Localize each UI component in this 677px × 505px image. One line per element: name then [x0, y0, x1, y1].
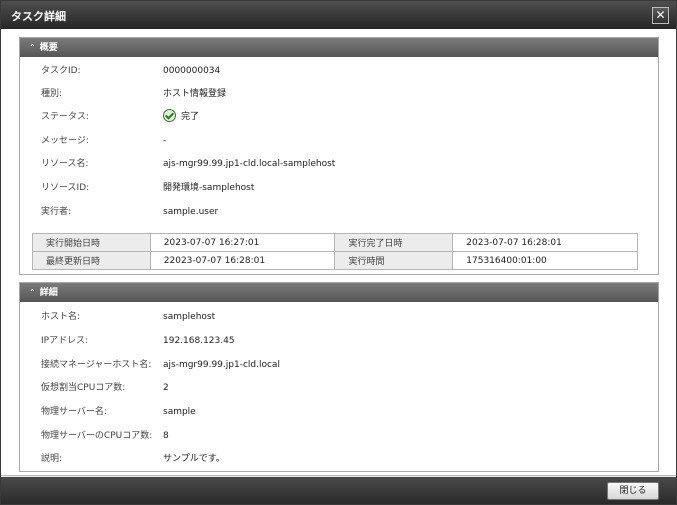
chevron-up-icon: ⌃	[29, 43, 36, 52]
check-circle-icon	[163, 109, 176, 122]
status-label: ステータス:	[41, 112, 90, 122]
resource-name-label: リソース名:	[41, 159, 89, 169]
dialog-footer: 閉じる	[1, 477, 676, 504]
status-value: 完了	[163, 109, 200, 124]
close-button[interactable]: 閉じる	[607, 482, 659, 500]
table-row: 最終更新日時 22023-07-07 16:28:01 実行時間 1753164…	[32, 251, 638, 270]
last-updated-value: 22023-07-07 16:28:01	[149, 251, 336, 270]
message-label: メッセージ:	[41, 136, 89, 146]
status-text: 完了	[181, 112, 200, 122]
description-label: 説明:	[41, 454, 63, 464]
close-icon[interactable]: ✕	[652, 7, 669, 24]
details-section-title: 詳細	[39, 288, 58, 298]
task-detail-dialog: タスク詳細 ✕ ⌃ 概要 タスクID: 0000000034 種別: ホスト情報登…	[0, 0, 677, 505]
start-time-value: 2023-07-07 16:27:01	[149, 233, 336, 252]
start-time-label: 実行開始日時	[32, 233, 151, 252]
resource-name-value: ajs-mgr99.99.jp1-cld.local-samplehost	[163, 159, 336, 169]
type-value: ホスト情報登録	[163, 89, 227, 99]
dialog-content: ⌃ 概要 タスクID: 0000000034 種別: ホスト情報登録 ステータス:…	[1, 29, 676, 476]
manager-host-label: 接続マネージャーホスト名:	[41, 360, 152, 370]
virtual-cpu-label: 仮想割当CPUコア数:	[41, 383, 126, 393]
resource-id-value: 開発環境-samplehost	[163, 183, 255, 193]
message-value: -	[163, 136, 167, 146]
chevron-up-icon: ⌃	[29, 288, 36, 297]
executor-label: 実行者:	[41, 207, 72, 217]
details-section: ⌃ 詳細 ホスト名: samplehost IPアドレス: 192.168.123…	[19, 282, 659, 472]
overview-section-title: 概要	[39, 43, 58, 53]
ip-address-value: 192.168.123.45	[163, 336, 235, 346]
overview-section: ⌃ 概要 タスクID: 0000000034 種別: ホスト情報登録 ステータス:…	[19, 37, 659, 275]
description-value: サンプルです。	[163, 454, 225, 464]
executor-value: sample.user	[163, 207, 219, 217]
dialog-titlebar: タスク詳細 ✕	[1, 1, 676, 29]
table-row: 実行開始日時 2023-07-07 16:27:01 実行完了日時 2023-0…	[32, 233, 638, 252]
resource-id-label: リソースID:	[41, 183, 90, 193]
duration-label: 実行時間	[334, 251, 454, 270]
end-time-label: 実行完了日時	[334, 233, 454, 252]
execution-times-table: 実行開始日時 2023-07-07 16:27:01 実行完了日時 2023-0…	[32, 233, 638, 270]
details-section-header[interactable]: ⌃ 詳細	[20, 283, 658, 302]
physical-cpu-label: 物理サーバーのCPUコア数:	[41, 431, 153, 441]
end-time-value: 2023-07-07 16:28:01	[452, 233, 638, 252]
task-id-label: タスクID:	[41, 66, 81, 76]
dialog-title: タスク詳細	[11, 10, 66, 23]
physical-server-value: sample	[163, 407, 196, 417]
host-name-label: ホスト名:	[41, 312, 81, 322]
manager-host-value: ajs-mgr99.99.jp1-cld.local	[163, 360, 280, 370]
duration-value: 175316400:01:00	[452, 251, 638, 270]
physical-cpu-value: 8	[163, 431, 169, 441]
virtual-cpu-value: 2	[163, 383, 169, 393]
task-id-value: 0000000034	[163, 66, 221, 76]
last-updated-label: 最終更新日時	[32, 251, 151, 270]
overview-section-header[interactable]: ⌃ 概要	[20, 38, 658, 57]
host-name-value: samplehost	[163, 312, 216, 322]
physical-server-label: 物理サーバー名:	[41, 407, 107, 417]
type-label: 種別:	[41, 89, 63, 99]
ip-address-label: IPアドレス:	[41, 336, 89, 346]
